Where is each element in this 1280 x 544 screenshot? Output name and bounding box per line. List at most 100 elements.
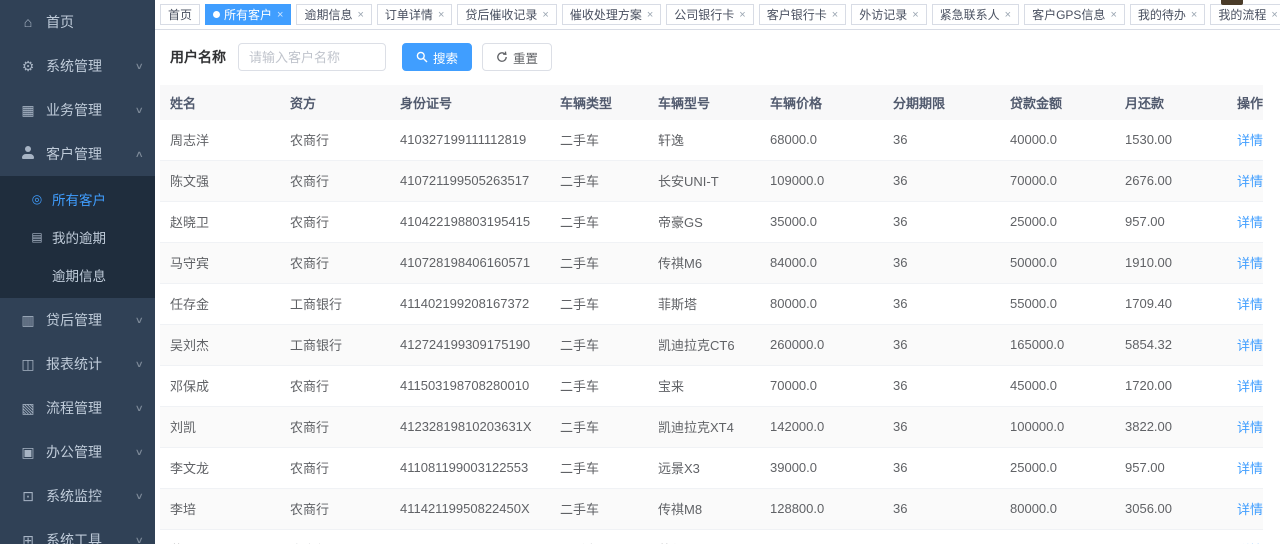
cell-monthly-payment: 3439.00 — [1115, 530, 1227, 544]
cell-installment-term: 36 — [883, 161, 1000, 202]
sidebar-item-label: 首页 — [46, 12, 143, 32]
tab[interactable]: 订单详情 × — [377, 4, 452, 25]
sidebar-item-office-mgmt[interactable]: ▣ 办公管理 ∨ — [0, 430, 155, 474]
sidebar-item-my-overdue[interactable]: ▤ 我的逾期 — [0, 218, 155, 256]
cell-id-number: 410422198803195415 — [390, 202, 550, 243]
sidebar-item-postloan-mgmt[interactable]: ▥ 贷后管理 ∨ — [0, 298, 155, 342]
tab[interactable]: 逾期信息 × — [296, 4, 371, 25]
close-icon[interactable]: × — [357, 9, 363, 21]
tab[interactable]: 外访记录 × — [851, 4, 926, 25]
tab[interactable]: 公司银行卡 × — [666, 4, 753, 25]
customer-name-input[interactable] — [238, 43, 386, 71]
cell-name: 马守宾 — [160, 243, 280, 284]
cell-vehicle-price: 84000.0 — [760, 243, 883, 284]
cell-loan-amount: 90000.0 — [1000, 530, 1115, 544]
sidebar-item-label: 系统监控 — [46, 486, 136, 506]
tab-label: 贷后催收记录 — [465, 6, 537, 23]
detail-link[interactable]: 详情 — [1237, 133, 1263, 148]
close-icon[interactable]: × — [1005, 9, 1011, 21]
tab[interactable]: 所有客户 × — [205, 4, 291, 25]
monitor-icon: ⊡ — [20, 488, 36, 505]
cell-name: 赵晓卫 — [160, 202, 280, 243]
cell-installment-term: 36 — [883, 284, 1000, 325]
close-icon[interactable]: × — [1110, 9, 1116, 21]
sidebar-item-home[interactable]: ⌂ 首页 — [0, 0, 155, 44]
close-icon[interactable]: × — [912, 9, 918, 21]
sidebar-item-label: 流程管理 — [46, 398, 136, 418]
close-icon[interactable]: × — [832, 9, 838, 21]
close-icon[interactable]: × — [1271, 9, 1277, 21]
tab-label: 我的待办 — [1138, 6, 1186, 23]
detail-link[interactable]: 详情 — [1237, 174, 1263, 189]
cell-installment-term: 36 — [883, 325, 1000, 366]
cell-vehicle-type: 二手车 — [550, 243, 648, 284]
cell-funder: 农商行 — [280, 120, 390, 161]
sidebar-item-overdue-info[interactable]: 逾期信息 — [0, 256, 155, 294]
close-icon[interactable]: × — [277, 9, 283, 21]
sidebar-item-system-monitor[interactable]: ⊡ 系统监控 ∨ — [0, 474, 155, 518]
cell-vehicle-model: 远景X3 — [648, 448, 760, 489]
search-button[interactable]: 搜索 — [402, 43, 472, 71]
sidebar-item-process-mgmt[interactable]: ▧ 流程管理 ∨ — [0, 386, 155, 430]
tab[interactable]: 我的待办 × — [1130, 4, 1205, 25]
close-icon[interactable]: × — [542, 9, 548, 21]
tab[interactable]: 客户GPS信息 × — [1024, 4, 1125, 25]
search-button-label: 搜索 — [433, 48, 458, 67]
col-header-loan-amount: 贷款金额 — [1000, 85, 1115, 120]
col-header-vehicle-model: 车辆型号 — [648, 85, 760, 120]
chevron-down-icon: ∨ — [135, 105, 144, 116]
cell-monthly-payment: 957.00 — [1115, 202, 1227, 243]
detail-link[interactable]: 详情 — [1237, 215, 1263, 230]
cell-id-number: 41232819810203631X — [390, 407, 550, 448]
cell-loan-amount: 40000.0 — [1000, 120, 1115, 161]
partial-avatar[interactable] — [1221, 0, 1243, 5]
chevron-up-icon: ∧ — [135, 149, 144, 160]
close-icon[interactable]: × — [647, 9, 653, 21]
cell-monthly-payment: 957.00 — [1115, 448, 1227, 489]
sidebar-item-report-stats[interactable]: ◫ 报表统计 ∨ — [0, 342, 155, 386]
sidebar: ⌂ 首页 ⚙ 系统管理 ∨ ▦ 业务管理 ∨ 客户管理 ∧ ◎ 所有客户 ▤ 我… — [0, 0, 155, 544]
cell-vehicle-model: 轩逸 — [648, 120, 760, 161]
cell-monthly-payment: 2676.00 — [1115, 161, 1227, 202]
tab[interactable]: 贷后催收记录 × — [457, 4, 556, 25]
detail-link[interactable]: 详情 — [1237, 461, 1263, 476]
close-icon[interactable]: × — [1191, 9, 1197, 21]
sidebar-item-all-customers[interactable]: ◎ 所有客户 — [0, 180, 155, 218]
tab-label: 我的流程 — [1218, 6, 1266, 23]
sidebar-item-system-mgmt[interactable]: ⚙ 系统管理 ∨ — [0, 44, 155, 88]
cell-funder: 工商银行 — [280, 284, 390, 325]
cell-vehicle-model: 帝豪GS — [648, 202, 760, 243]
sidebar-item-business-mgmt[interactable]: ▦ 业务管理 ∨ — [0, 88, 155, 132]
tab-label: 催收处理方案 — [570, 6, 642, 23]
close-icon[interactable]: × — [438, 9, 444, 21]
cell-installment-term: 36 — [883, 530, 1000, 544]
tab[interactable]: 紧急联系人 × — [932, 4, 1019, 25]
page-content: 用户名称 搜索 重置 — [155, 30, 1280, 544]
detail-link[interactable]: 详情 — [1237, 420, 1263, 435]
cell-funder: 农商行 — [280, 202, 390, 243]
cell-vehicle-type: 二手车 — [550, 366, 648, 407]
table-row: 马守宾 农商行 410728198406160571 二手车 传祺M6 8400… — [160, 243, 1263, 284]
tab[interactable]: 首页 × — [160, 4, 200, 25]
cell-vehicle-type: 二手车 — [550, 325, 648, 366]
cell-loan-amount: 80000.0 — [1000, 489, 1115, 530]
detail-link[interactable]: 详情 — [1237, 256, 1263, 271]
sidebar-item-customer-mgmt[interactable]: 客户管理 ∧ — [0, 132, 155, 176]
tab[interactable]: 我的流程 × — [1210, 4, 1280, 25]
close-icon[interactable]: × — [739, 9, 745, 21]
detail-link[interactable]: 详情 — [1237, 297, 1263, 312]
tab[interactable]: 催收处理方案 × — [562, 4, 661, 25]
detail-link[interactable]: 详情 — [1237, 338, 1263, 353]
cell-vehicle-price: 109000.0 — [760, 161, 883, 202]
tab[interactable]: 客户银行卡 × — [759, 4, 846, 25]
col-header-installment-term: 分期期限 — [883, 85, 1000, 120]
detail-link[interactable]: 详情 — [1237, 502, 1263, 517]
chevron-down-icon: ∨ — [135, 359, 144, 370]
detail-link[interactable]: 详情 — [1237, 379, 1263, 394]
cell-funder: 农商行 — [280, 366, 390, 407]
cell-loan-amount: 50000.0 — [1000, 243, 1115, 284]
reset-button[interactable]: 重置 — [482, 43, 552, 71]
cell-id-number: 411402199208167372 — [390, 284, 550, 325]
cell-vehicle-model: 传祺M8 — [648, 489, 760, 530]
sidebar-item-system-tools[interactable]: ⊞ 系统工具 ∨ — [0, 518, 155, 544]
